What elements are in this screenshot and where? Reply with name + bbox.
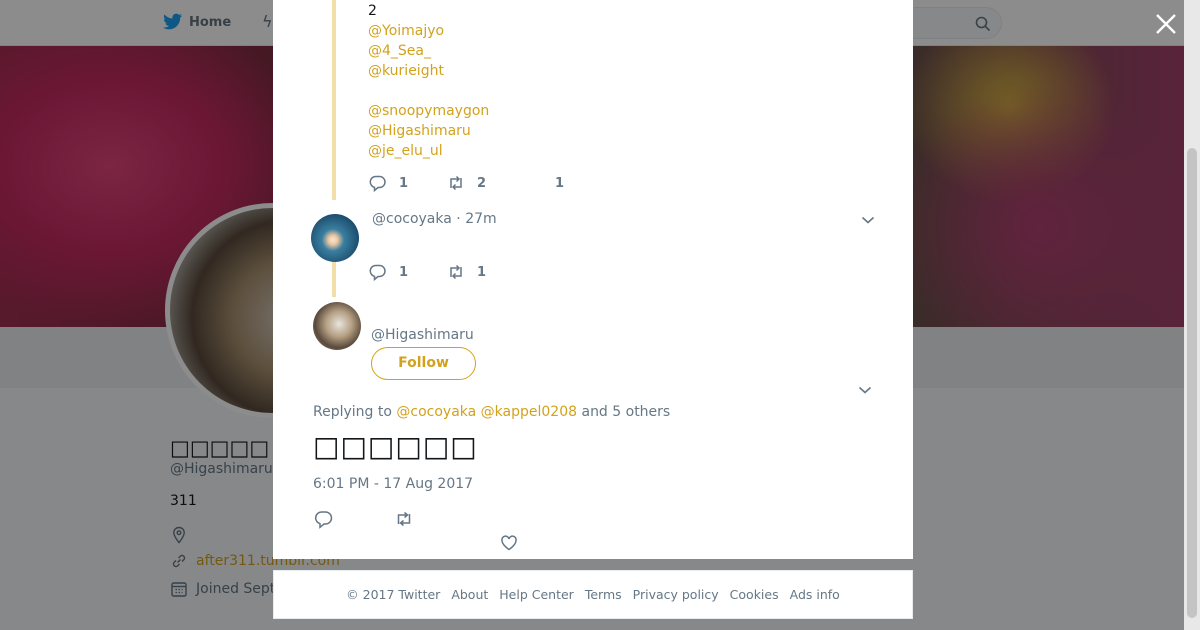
tweet2-header: @cocoyaka · 27m xyxy=(372,211,497,227)
replying-handles[interactable]: @cocoyaka @kappel0208 xyxy=(396,404,577,420)
higashimaru-avatar[interactable] xyxy=(313,302,361,350)
retweet-button[interactable]: 2 xyxy=(447,174,555,192)
footer-link-cookies[interactable]: Cookies xyxy=(730,587,779,602)
footer-link-terms[interactable]: Terms xyxy=(585,587,622,602)
footer-link-privacy[interactable]: Privacy policy xyxy=(633,587,719,602)
reply-count: 1 xyxy=(399,264,409,280)
thread-connector xyxy=(332,262,336,297)
tweet2-actions: 1 1 xyxy=(369,263,555,281)
retweet-icon xyxy=(450,264,462,280)
footer-link-ads-info[interactable]: Ads info xyxy=(790,587,840,602)
scrollbar-thumb[interactable] xyxy=(1187,148,1197,618)
main-tweet-text: □□□□□□ xyxy=(313,430,478,463)
mention-blank-line xyxy=(368,81,489,101)
footer-link-help-center[interactable]: Help Center xyxy=(499,587,574,602)
tweet1-text: 2 @Yoimajyo @4_Sea_ @kurieight @snoopyma… xyxy=(368,1,489,161)
mention-link[interactable]: @je_elu_ul xyxy=(368,141,489,161)
like-button[interactable]: 1 xyxy=(555,176,564,191)
tweet2-separator: · xyxy=(456,211,461,227)
footer-link-about[interactable]: About xyxy=(451,587,488,602)
replying-others[interactable]: and 5 others xyxy=(581,404,670,420)
retweet-button[interactable]: 1 xyxy=(447,263,555,281)
replying-prefix: Replying to xyxy=(313,404,392,420)
like-count: 1 xyxy=(555,175,565,191)
reply-button[interactable]: 1 xyxy=(369,263,447,281)
main-tweet-handle[interactable]: @Higashimaru xyxy=(371,327,474,343)
close-icon[interactable] xyxy=(1153,11,1179,37)
like-icon[interactable] xyxy=(499,533,519,553)
reply-icon xyxy=(369,175,386,192)
chevron-down-icon[interactable] xyxy=(861,215,875,225)
thread-connector xyxy=(332,0,336,200)
tweet1-actions: 1 2 1 xyxy=(369,174,564,192)
main-tweet-timestamp[interactable]: 6:01 PM - 17 Aug 2017 xyxy=(313,476,473,492)
retweet-count: 2 xyxy=(477,175,487,191)
tweet2-handle[interactable]: @cocoyaka xyxy=(372,211,452,227)
mention-link[interactable]: @snoopymaygon xyxy=(368,101,489,121)
reply-button[interactable]: 1 xyxy=(369,174,447,192)
cocoyaka-avatar[interactable] xyxy=(311,214,359,262)
tweet1-count-line: 2 xyxy=(368,3,377,19)
chevron-down-icon[interactable] xyxy=(858,385,872,395)
follow-button[interactable]: Follow xyxy=(371,347,476,380)
mention-link[interactable]: @Yoimajyo xyxy=(368,21,489,41)
replying-to: Replying to @cocoyaka @kappel0208 and 5 … xyxy=(313,404,670,420)
retweet-count: 1 xyxy=(477,264,487,280)
modal-footer: © 2017 Twitter About Help Center Terms P… xyxy=(273,570,913,619)
mention-link[interactable]: @Higashimaru xyxy=(368,121,489,141)
footer-copyright: © 2017 Twitter xyxy=(346,587,441,602)
reply-count: 1 xyxy=(399,175,409,191)
tweet2-age[interactable]: 27m xyxy=(465,211,496,227)
mention-link[interactable]: @4_Sea_ xyxy=(368,41,489,61)
mention-link[interactable]: @kurieight xyxy=(368,61,489,81)
tweet-permalink-modal: 2 @Yoimajyo @4_Sea_ @kurieight @snoopyma… xyxy=(273,0,913,559)
retweet-icon xyxy=(450,175,462,191)
reply-icon[interactable] xyxy=(314,509,334,529)
reply-icon xyxy=(369,264,386,281)
retweet-icon[interactable] xyxy=(394,509,414,529)
